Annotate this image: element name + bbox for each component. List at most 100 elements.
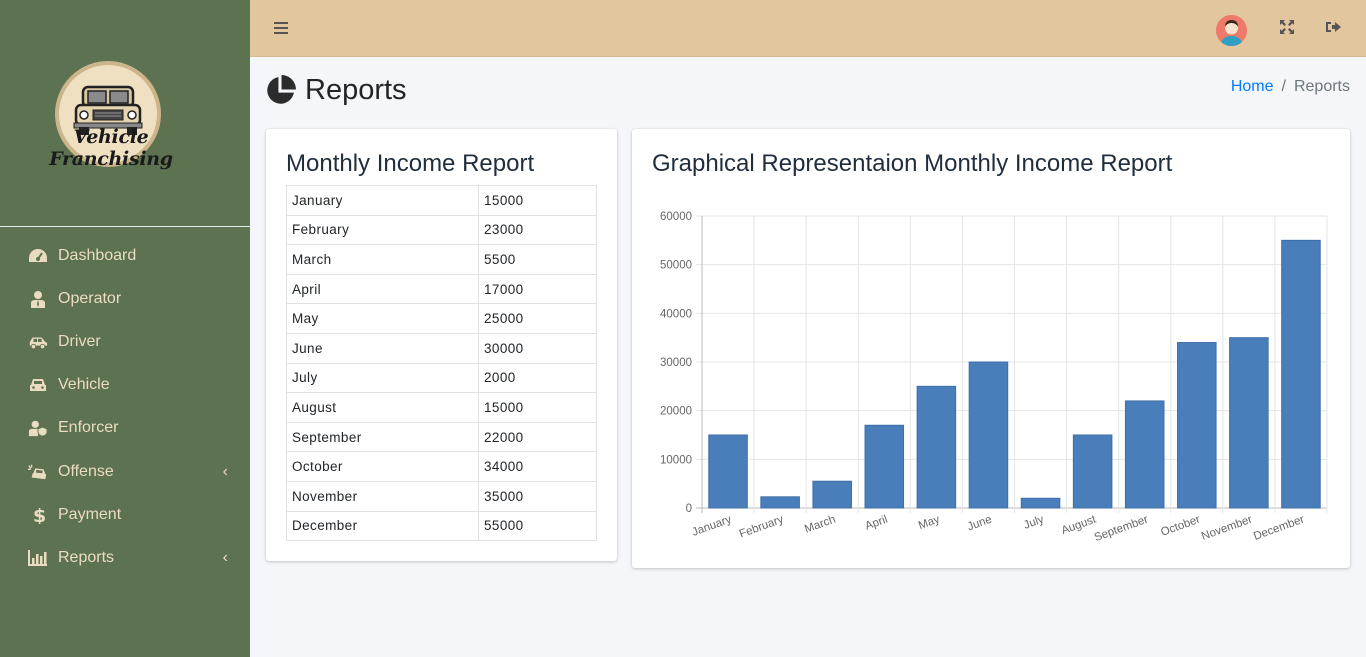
user-avatar-icon bbox=[1216, 15, 1247, 46]
bar-april bbox=[864, 424, 905, 509]
table-row: July 2000 bbox=[286, 362, 597, 394]
y-tick-label: 40000 bbox=[660, 308, 692, 320]
sidebar-item-enforcer[interactable]: Enforcer bbox=[0, 407, 250, 450]
sidebar-item-label: Operator bbox=[58, 289, 122, 307]
x-tick-label: December bbox=[1252, 513, 1306, 542]
month-cell: February bbox=[286, 214, 479, 246]
bar-january bbox=[708, 434, 748, 509]
sidebar-item-dashboard[interactable]: Dashboard bbox=[0, 234, 250, 277]
sidebar-item-label: Driver bbox=[58, 332, 101, 350]
table-row: August 15000 bbox=[286, 392, 597, 423]
amount-cell: 5500 bbox=[478, 244, 597, 275]
x-tick-label: July bbox=[1022, 513, 1046, 531]
month-cell: April bbox=[286, 273, 479, 305]
month-cell: July bbox=[286, 362, 479, 394]
amount-cell: 2000 bbox=[478, 362, 597, 394]
table-row: April 17000 bbox=[286, 273, 597, 305]
tachometer-icon bbox=[27, 246, 49, 266]
sidebar-item-label: Vehicle bbox=[58, 376, 110, 394]
breadcrumb: Home / Reports bbox=[1231, 78, 1350, 96]
sidebar: Vehicle Franchising Dashboard Operator D… bbox=[0, 0, 250, 657]
amount-cell: 55000 bbox=[478, 510, 597, 542]
table-row: January 15000 bbox=[286, 185, 597, 216]
x-tick-label: May bbox=[917, 513, 942, 532]
car-icon bbox=[27, 375, 49, 395]
bar-june bbox=[968, 361, 1009, 509]
x-tick-label: February bbox=[738, 513, 786, 540]
dollar-icon: $ bbox=[27, 505, 49, 525]
sidebar-item-payment[interactable]: $ Payment bbox=[0, 493, 250, 536]
amount-cell: 15000 bbox=[478, 392, 597, 423]
amount-cell: 34000 bbox=[478, 451, 597, 482]
month-cell: March bbox=[286, 244, 479, 275]
table-row: February 23000 bbox=[286, 214, 597, 246]
bar-october bbox=[1177, 342, 1217, 509]
y-tick-label: 60000 bbox=[660, 211, 692, 223]
user-shield-icon bbox=[27, 418, 49, 438]
x-tick-label: April bbox=[864, 514, 890, 533]
page-title: Reports bbox=[264, 74, 407, 107]
fullscreen-icon[interactable] bbox=[1279, 19, 1297, 37]
x-tick-label: June bbox=[966, 514, 994, 534]
car-crash-icon bbox=[27, 462, 49, 482]
month-cell: June bbox=[286, 332, 479, 364]
sidebar-item-label: Enforcer bbox=[58, 419, 119, 437]
sidebar-item-vehicle[interactable]: Vehicle bbox=[0, 364, 250, 407]
month-cell: November bbox=[286, 480, 479, 512]
breadcrumb-separator: / bbox=[1281, 78, 1286, 95]
brand-name: Vehicle Franchising bbox=[49, 126, 173, 170]
bar-november bbox=[1229, 337, 1269, 509]
income-bar-chart: 0 10000 20000 30000 40000 50000 60000 January Fe… bbox=[660, 211, 1328, 544]
sidebar-item-reports[interactable]: Reports ‹ bbox=[0, 536, 250, 579]
sidebar-item-operator[interactable]: Operator bbox=[0, 277, 250, 320]
table-row: May 25000 bbox=[286, 303, 597, 334]
card-title: Monthly Income Report bbox=[286, 150, 535, 177]
bar-may bbox=[916, 385, 957, 509]
brand[interactable]: Vehicle Franchising bbox=[0, 0, 250, 227]
sidebar-item-label: Reports bbox=[58, 548, 115, 566]
chevron-left-icon[interactable]: ‹ bbox=[223, 463, 228, 481]
bar-july bbox=[1020, 497, 1061, 509]
y-tick-label: 50000 bbox=[660, 260, 692, 272]
breadcrumb-home-link[interactable]: Home bbox=[1231, 78, 1274, 95]
sign-out-icon[interactable] bbox=[1325, 19, 1343, 37]
sidebar-item-driver[interactable]: Driver bbox=[0, 320, 250, 363]
income-chart-card: Graphical Representaion Monthly Income R… bbox=[632, 129, 1350, 568]
table-row: October 34000 bbox=[286, 451, 597, 482]
brand-logo[interactable]: Vehicle Franchising bbox=[26, 58, 196, 170]
amount-cell: 23000 bbox=[478, 214, 597, 246]
chart-pie-icon bbox=[267, 75, 296, 104]
table-row: December 55000 bbox=[286, 510, 597, 542]
table-row: March 5500 bbox=[286, 244, 597, 275]
chart-bar-icon bbox=[27, 548, 49, 568]
avatar[interactable] bbox=[1216, 15, 1247, 46]
amount-cell: 30000 bbox=[478, 332, 597, 364]
user-tie-icon bbox=[27, 289, 49, 309]
bar-february bbox=[760, 496, 800, 509]
bar-december bbox=[1281, 239, 1321, 509]
sidebar-item-label: Offense bbox=[58, 462, 114, 480]
y-tick-label: 30000 bbox=[660, 357, 692, 369]
svg-text:$: $ bbox=[33, 506, 46, 524]
monthly-income-card: Monthly Income Report January 15000 Februa… bbox=[266, 129, 617, 561]
sidebar-nav: Dashboard Operator Driver Vehicle Enforc… bbox=[0, 234, 250, 580]
menu-toggle-icon[interactable] bbox=[274, 19, 289, 35]
amount-cell: 35000 bbox=[478, 480, 597, 512]
breadcrumb-current: Reports bbox=[1293, 78, 1350, 95]
y-tick-label: 20000 bbox=[660, 406, 692, 418]
bar-august bbox=[1072, 434, 1113, 509]
month-cell: October bbox=[286, 451, 479, 482]
sidebar-item-label: Payment bbox=[58, 505, 122, 523]
chevron-left-icon[interactable]: ‹ bbox=[223, 549, 228, 567]
table-row: September 22000 bbox=[286, 421, 597, 453]
sidebar-item-offense[interactable]: Offense ‹ bbox=[0, 450, 250, 493]
month-cell: August bbox=[286, 392, 479, 423]
x-tick-label: January bbox=[691, 513, 734, 538]
x-tick-label: October bbox=[1159, 513, 1202, 538]
y-tick-label: 10000 bbox=[660, 454, 692, 466]
amount-cell: 25000 bbox=[478, 303, 597, 334]
month-cell: December bbox=[286, 510, 479, 542]
x-tick-label: November bbox=[1200, 513, 1254, 542]
month-cell: September bbox=[286, 421, 479, 453]
topbar bbox=[250, 0, 1366, 57]
